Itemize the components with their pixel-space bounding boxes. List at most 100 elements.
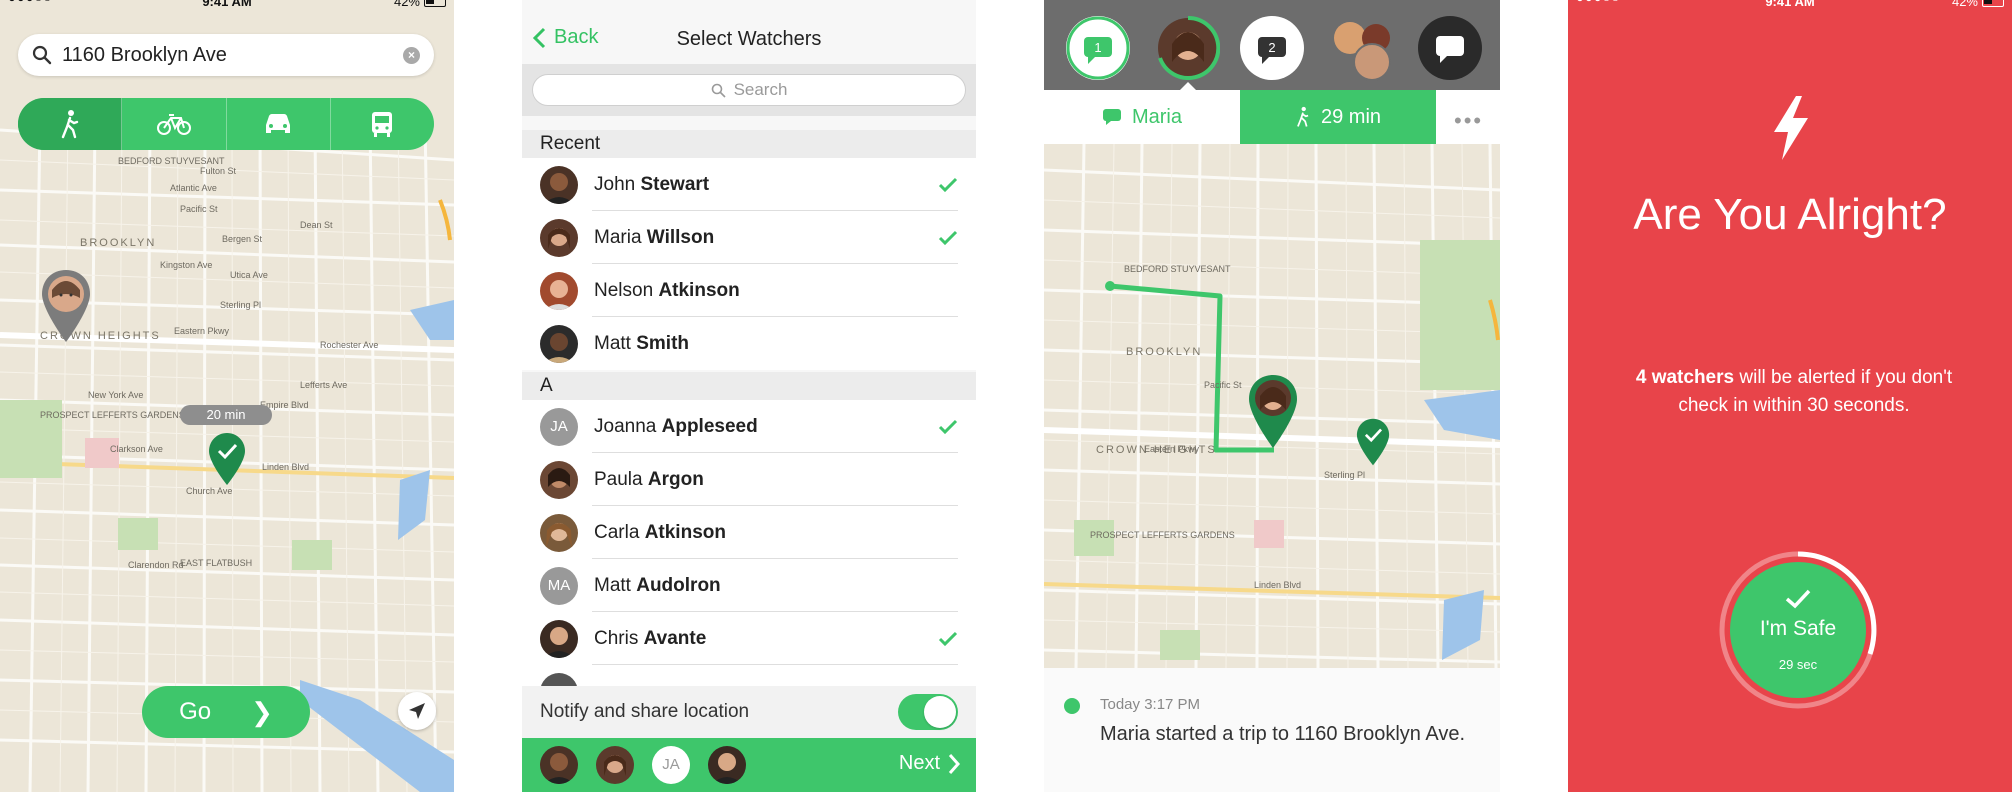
tab-chat-maria[interactable]: Maria xyxy=(1044,90,1240,144)
contact-row[interactable]: Paula Argon xyxy=(522,453,976,506)
destination-input[interactable]: 1160 Brooklyn Ave xyxy=(62,44,403,67)
selected-avatar[interactable]: JA xyxy=(652,746,690,784)
checkmark-icon xyxy=(938,631,958,646)
map-label-sterling: Sterling Pl xyxy=(220,300,262,310)
mode-car[interactable] xyxy=(227,98,331,150)
go-button[interactable]: Go ❯ xyxy=(142,686,310,738)
maria-location-pin[interactable] xyxy=(1248,374,1298,450)
avatar xyxy=(540,218,578,257)
selected-avatar[interactable] xyxy=(708,746,746,784)
mode-bus[interactable] xyxy=(331,98,434,150)
im-safe-button[interactable]: I'm Safe 29 sec xyxy=(1718,550,1878,710)
map-label-new-york-ave: New York Ave xyxy=(88,390,144,400)
map-label-east-flatbush: EAST FLATBUSH xyxy=(180,558,253,568)
contact-name: Paula Argon xyxy=(594,468,704,490)
map-label-rochester: Rochester Ave xyxy=(320,340,379,350)
section-header-a: A xyxy=(522,372,976,400)
watchers-header: 1 2 xyxy=(1044,0,1500,92)
map-label-clarkson: Clarkson Ave xyxy=(110,444,163,454)
selected-avatar[interactable] xyxy=(540,746,578,784)
tab-eta-label: 29 min xyxy=(1320,105,1382,128)
bike-icon xyxy=(156,114,191,135)
avatar xyxy=(540,460,578,499)
group-avatar[interactable] xyxy=(1328,16,1392,81)
checkmark-icon xyxy=(938,177,958,192)
maria-avatar[interactable] xyxy=(1156,15,1221,80)
selected-avatar[interactable] xyxy=(596,746,634,784)
contact-row[interactable]: Maria Willson xyxy=(522,211,976,264)
map-label-fulton: Fulton St xyxy=(200,166,237,176)
map-label-eastern-pkwy: Eastern Pkwy xyxy=(1144,444,1200,454)
badge2: 2 xyxy=(1268,40,1275,55)
map-label-pacific: Pacific St xyxy=(180,204,218,214)
search-placeholder: Search xyxy=(733,80,788,99)
chevron-right-icon xyxy=(948,753,960,774)
contact-row[interactable]: Chris Avante xyxy=(522,612,976,665)
transport-mode-selector xyxy=(18,98,434,150)
car-icon xyxy=(266,114,291,133)
map-label-brooklyn: BROOKLYN xyxy=(80,237,157,249)
map-label-bedford: BEDFORD STUYVESANT xyxy=(118,156,225,166)
contact-row[interactable]: John Stewart xyxy=(522,158,976,211)
clear-icon[interactable]: × xyxy=(403,46,420,64)
checkmark-icon xyxy=(938,230,958,245)
map-label-pacific: Pacific St xyxy=(1204,380,1242,390)
chat-icon xyxy=(1102,109,1121,125)
mode-bike[interactable] xyxy=(122,98,227,150)
battery-text: 42% xyxy=(1951,0,1978,9)
next-button[interactable]: Next xyxy=(899,752,960,775)
activity-feed: Today 3:17 PM Maria started a trip to 11… xyxy=(1044,668,1500,792)
lightning-icon xyxy=(1774,96,1808,160)
selected-watchers-bar: JA Next xyxy=(522,738,976,792)
status-time: 9:41 AM xyxy=(1765,0,1815,9)
contact-row[interactable]: MA Matt Audolron xyxy=(522,559,976,612)
contact-row[interactable]: Carla Atkinson xyxy=(522,506,976,559)
map-label-kingston: Kingston Ave xyxy=(160,260,213,270)
status-bar: ●●●○○ 9:41 AM 42% xyxy=(0,0,454,10)
go-label: Go xyxy=(179,698,212,725)
map-label-bedford: BEDFORD STUYVESANT xyxy=(1124,264,1231,274)
contact-name: John Stewart xyxy=(594,173,710,195)
route-screen: BROOKLYN CROWN HEIGHTS BEDFORD STUYVESAN… xyxy=(0,0,454,792)
map-label-prospect: PROSPECT LEFFERTS GARDENS xyxy=(1090,530,1235,540)
message-bubble[interactable]: 2 xyxy=(1240,16,1304,80)
safe-label: I'm Safe xyxy=(1759,616,1837,640)
location-arrow-icon xyxy=(409,703,425,719)
page-title: Select Watchers xyxy=(676,28,822,50)
locate-me-button[interactable] xyxy=(398,692,436,730)
safe-button-face: I'm Safe 29 sec xyxy=(1730,562,1866,698)
notify-toggle[interactable] xyxy=(898,694,958,730)
chevron-right-icon: ❯ xyxy=(251,696,273,727)
contact-name: Matt Smith xyxy=(594,332,690,354)
map-label-brooklyn: BROOKLYN xyxy=(1126,346,1203,358)
user-location-pin[interactable] xyxy=(40,268,92,344)
more-options-icon[interactable]: ••• xyxy=(1454,108,1483,134)
search-input[interactable]: Search xyxy=(532,74,966,106)
badge1: 1 xyxy=(1094,40,1101,55)
map-label-clarendon: Clarendon Rd xyxy=(128,560,184,570)
mode-walk[interactable] xyxy=(18,98,123,150)
contact-row[interactable]: JA Joanna Appleseed xyxy=(522,400,976,453)
chat-button[interactable] xyxy=(1418,16,1482,80)
contact-name: Joanna Appleseed xyxy=(594,415,758,437)
contact-name: Chris Avante xyxy=(594,627,707,649)
destination-pin[interactable] xyxy=(1356,416,1390,468)
status-bar: ●●●○○ 9:41 AM 42% xyxy=(1568,0,2012,10)
notification-bubble[interactable]: 1 xyxy=(1066,16,1130,80)
avatar xyxy=(540,324,578,363)
map-label-utica: Utica Ave xyxy=(230,270,268,280)
notify-label: Notify and share location xyxy=(540,701,750,722)
contact-name: Carla Atkinson xyxy=(594,521,726,543)
search-container: Search xyxy=(522,64,976,116)
contact-row[interactable]: Nelson Atkinson xyxy=(522,264,976,317)
avatar xyxy=(540,513,578,552)
contact-row[interactable]: Matt Smith xyxy=(522,317,976,370)
battery-text: 42% xyxy=(393,0,420,9)
feed-timestamp: Today 3:17 PM xyxy=(1100,696,1201,713)
avatar: MA xyxy=(540,566,578,605)
destination-search[interactable]: 1160 Brooklyn Ave × xyxy=(18,34,434,76)
tab-eta[interactable]: 29 min xyxy=(1240,90,1436,144)
destination-pin[interactable] xyxy=(208,432,246,486)
map-label-prospect: PROSPECT LEFFERTS GARDENS xyxy=(40,410,185,420)
search-icon xyxy=(711,83,726,98)
